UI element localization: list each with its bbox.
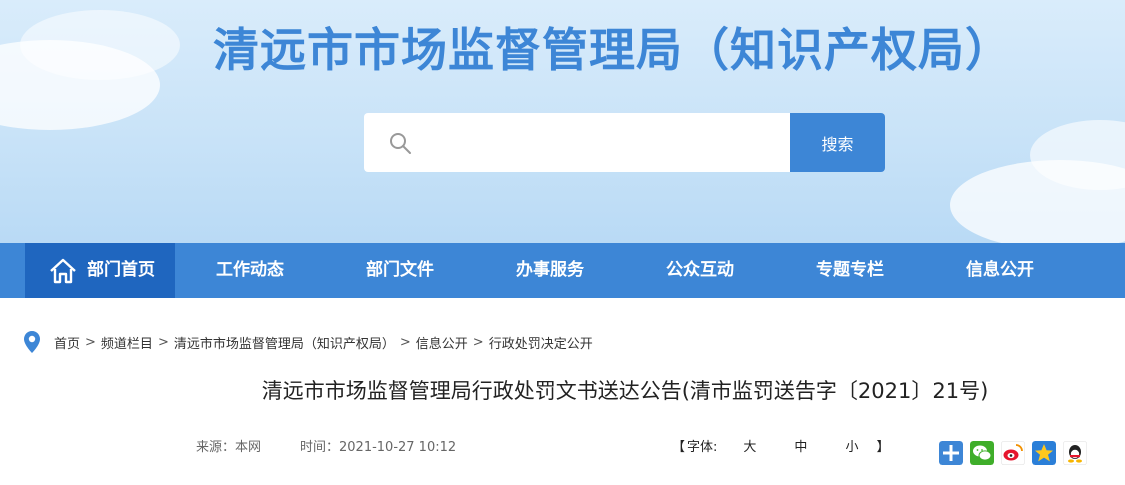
font-size-bracket-close: 】 bbox=[876, 440, 890, 455]
home-icon bbox=[50, 258, 76, 284]
main-nav: 部门首页 工作动态 部门文件 办事服务 公众互动 专题专栏 信息公开 bbox=[0, 243, 1125, 298]
nav-item-special-topics[interactable]: 专题专栏 bbox=[775, 243, 925, 298]
article-source: 来源：本网 bbox=[196, 440, 262, 455]
site-title: 清远市市场监督管理局（知识产权局） bbox=[213, 23, 1012, 77]
breadcrumb-separator: > bbox=[472, 334, 484, 350]
weibo-icon[interactable] bbox=[1001, 441, 1025, 465]
search-icon bbox=[390, 133, 411, 154]
share-plus-icon[interactable] bbox=[939, 441, 963, 465]
search-input[interactable] bbox=[424, 123, 774, 163]
nav-item-home[interactable]: 部门首页 bbox=[25, 243, 175, 298]
breadcrumb-penalty-decisions[interactable]: 行政处罚决定公开 bbox=[489, 333, 593, 352]
nav-label: 部门首页 bbox=[87, 260, 155, 280]
qq-icon[interactable] bbox=[1063, 441, 1087, 465]
font-size-small[interactable]: 小 bbox=[845, 436, 858, 455]
breadcrumb-separator: > bbox=[399, 334, 411, 350]
wechat-icon[interactable] bbox=[970, 441, 994, 465]
font-size-medium[interactable]: 中 bbox=[794, 436, 807, 455]
breadcrumb: 首页 > 频道栏目 > 清远市市场监督管理局（知识产权局） > 信息公开 > 行… bbox=[22, 330, 593, 354]
article-title: 清远市市场监督管理局行政处罚文书送达公告(清市监罚送告字〔2021〕21号) bbox=[261, 379, 989, 403]
breadcrumb-separator: > bbox=[85, 334, 96, 350]
breadcrumb-department[interactable]: 清远市市场监督管理局（知识产权局） bbox=[174, 333, 395, 352]
nav-item-services[interactable]: 办事服务 bbox=[475, 243, 625, 298]
nav-item-info-disclosure[interactable]: 信息公开 bbox=[925, 243, 1075, 298]
font-size-label: 字体: bbox=[687, 440, 718, 455]
qzone-icon[interactable] bbox=[1032, 441, 1056, 465]
breadcrumb-channel[interactable]: 频道栏目 bbox=[101, 333, 153, 352]
search-button[interactable]: 搜索 bbox=[790, 113, 885, 172]
search-box bbox=[364, 113, 790, 172]
nav-item-interaction[interactable]: 公众互动 bbox=[625, 243, 775, 298]
breadcrumb-home[interactable]: 首页 bbox=[54, 333, 80, 352]
font-size-large[interactable]: 大 bbox=[743, 436, 756, 455]
article-time: 时间：2021-10-27 10:12 bbox=[300, 440, 457, 455]
location-pin-icon bbox=[24, 331, 40, 353]
breadcrumb-info-disclosure[interactable]: 信息公开 bbox=[416, 333, 468, 352]
breadcrumb-separator: > bbox=[157, 334, 169, 350]
nav-item-work-news[interactable]: 工作动态 bbox=[175, 243, 325, 298]
font-size-control: 【 字体: 大 中 小 】 bbox=[672, 436, 889, 455]
header-banner: 清远市市场监督管理局（知识产权局） 搜索 bbox=[0, 0, 1125, 243]
nav-item-documents[interactable]: 部门文件 bbox=[325, 243, 475, 298]
font-size-bracket-open: 【 bbox=[672, 440, 686, 455]
